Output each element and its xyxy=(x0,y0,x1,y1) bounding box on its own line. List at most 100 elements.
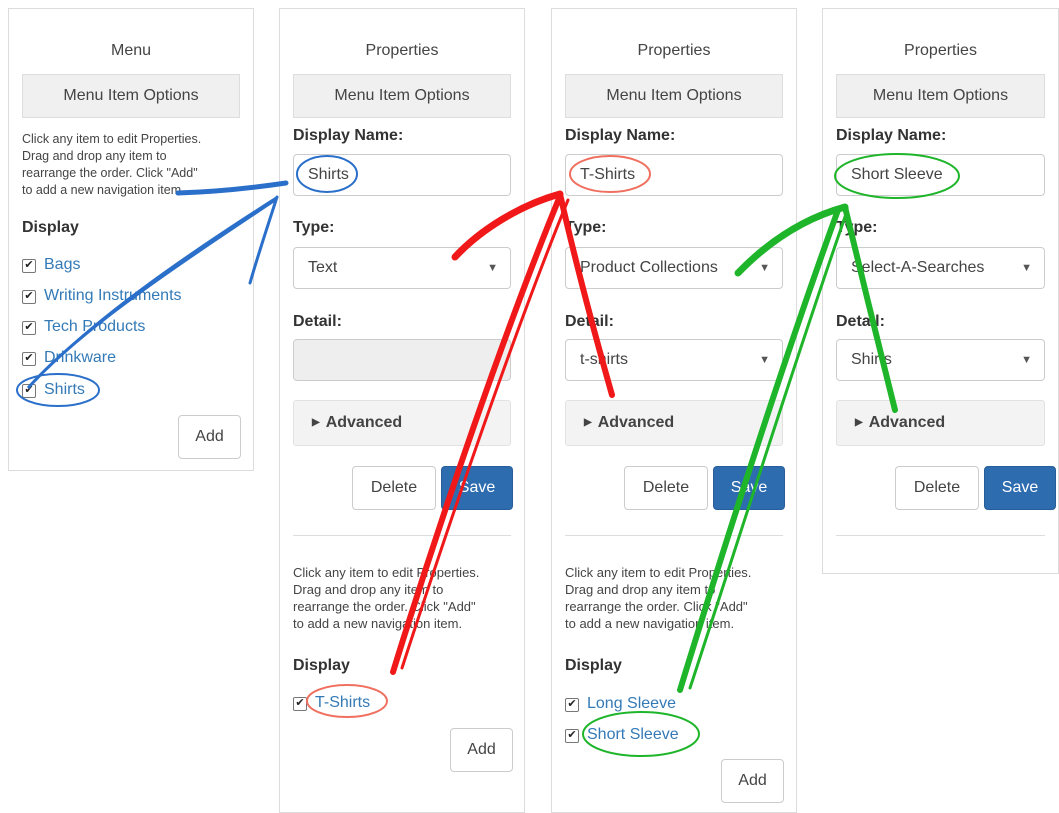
panel-title: Properties xyxy=(904,42,977,59)
caret-down-icon: ▼ xyxy=(487,262,498,274)
help-line: Click any item to edit Properties. xyxy=(565,565,752,580)
checkmark-icon[interactable]: ✔ xyxy=(22,352,36,366)
add-button[interactable]: Add xyxy=(178,415,241,459)
list-item[interactable]: ✔ Bags xyxy=(22,256,80,274)
display-name-label: Display Name: xyxy=(836,127,947,144)
list-item[interactable]: ✔ Shirts xyxy=(22,381,85,399)
detail-label: Detail: xyxy=(836,313,885,330)
display-name-input[interactable]: Short Sleeve xyxy=(836,154,1045,196)
delete-button[interactable]: Delete xyxy=(352,466,436,510)
display-name-input[interactable]: T-Shirts xyxy=(565,154,783,196)
help-line: Click any item to edit Properties. xyxy=(293,565,480,580)
list-item[interactable]: ✔ Long Sleeve xyxy=(565,695,676,713)
type-select[interactable]: Text ▼ xyxy=(293,247,511,289)
menu-item-options-button[interactable]: Menu Item Options xyxy=(293,74,511,118)
save-button[interactable]: Save xyxy=(984,466,1056,510)
detail-value: Shirts xyxy=(851,351,892,368)
help-line: Click any item to edit Properties. xyxy=(22,132,202,146)
checkmark-icon[interactable]: ✔ xyxy=(22,384,36,398)
checkmark-icon[interactable]: ✔ xyxy=(22,290,36,304)
type-label: Type: xyxy=(565,219,607,236)
caret-down-icon: ▼ xyxy=(759,354,770,366)
item-label[interactable]: T-Shirts xyxy=(315,694,370,711)
list-item[interactable]: ✔ Writing Instruments xyxy=(22,287,182,305)
advanced-label: Advanced xyxy=(325,414,403,431)
caret-down-icon: ▼ xyxy=(1021,354,1032,366)
help-line: rearrange the order. Click "Add" xyxy=(565,599,748,614)
detail-label: Detail: xyxy=(293,313,342,330)
advanced-toggle[interactable]: ▶ Advanced xyxy=(293,400,511,446)
help-line: Drag and drop any item to xyxy=(293,582,444,597)
help-line: to add a new navigation item. xyxy=(22,183,185,197)
list-item[interactable]: ✔ Drinkware xyxy=(22,349,116,367)
checkmark-icon[interactable]: ✔ xyxy=(293,697,307,711)
add-button[interactable]: Add xyxy=(721,759,784,803)
type-label: Type: xyxy=(836,219,878,236)
panel-title: Properties xyxy=(365,42,439,59)
panel-title: Menu xyxy=(110,42,152,59)
list-item[interactable]: ✔ Short Sleeve xyxy=(565,726,679,744)
caret-down-icon: ▼ xyxy=(1021,262,1032,274)
panel-title: Properties xyxy=(637,42,711,59)
detail-select[interactable]: Shirts ▼ xyxy=(836,339,1045,381)
properties-panel: Properties Menu Item Options Display Nam… xyxy=(279,8,525,813)
help-line: rearrange the order. Click "Add" xyxy=(22,166,198,180)
detail-input xyxy=(293,339,511,381)
properties-panel: Properties Menu Item Options Display Nam… xyxy=(822,8,1059,574)
item-label[interactable]: Long Sleeve xyxy=(587,695,676,712)
help-line: Drag and drop any item to xyxy=(22,149,167,163)
add-button[interactable]: Add xyxy=(450,728,513,772)
type-value: Text xyxy=(308,259,338,276)
checkmark-icon[interactable]: ✔ xyxy=(22,259,36,273)
menu-item-options-button[interactable]: Menu Item Options xyxy=(836,74,1045,118)
item-label[interactable]: Tech Products xyxy=(44,318,145,335)
item-label[interactable]: Shirts xyxy=(44,381,85,398)
divider xyxy=(293,535,511,536)
type-value: Select-A-Searches xyxy=(851,259,985,276)
help-line: to add a new navigation item. xyxy=(565,616,735,631)
menu-panel: Menu Menu Item Options Click any item to… xyxy=(8,8,254,471)
help-line: to add a new navigation item. xyxy=(293,616,463,631)
checkmark-icon[interactable]: ✔ xyxy=(22,321,36,335)
item-label[interactable]: Short Sleeve xyxy=(587,726,679,743)
list-item[interactable]: ✔ Tech Products xyxy=(22,318,145,336)
save-button[interactable]: Save xyxy=(441,466,513,510)
checkmark-icon[interactable]: ✔ xyxy=(565,729,579,743)
list-item[interactable]: ✔ T-Shirts xyxy=(293,694,370,712)
advanced-toggle[interactable]: ▶ Advanced xyxy=(565,400,783,446)
display-heading: Display xyxy=(565,657,622,674)
type-value: Product Collections xyxy=(580,259,718,276)
menu-item-options-button[interactable]: Menu Item Options xyxy=(565,74,783,118)
help-line: Drag and drop any item to xyxy=(565,582,716,597)
display-heading: Display xyxy=(293,657,350,674)
menu-item-options-button[interactable]: Menu Item Options xyxy=(22,74,240,118)
delete-button[interactable]: Delete xyxy=(624,466,708,510)
type-select[interactable]: Product Collections ▼ xyxy=(565,247,783,289)
help-text: Click any item to edit Properties. Drag … xyxy=(293,564,514,632)
type-select[interactable]: Select-A-Searches ▼ xyxy=(836,247,1045,289)
display-name-label: Display Name: xyxy=(565,127,676,144)
item-label[interactable]: Bags xyxy=(44,256,80,273)
item-label[interactable]: Writing Instruments xyxy=(44,287,182,304)
properties-panel: Properties Menu Item Options Display Nam… xyxy=(551,8,797,813)
help-text: Click any item to edit Properties. Drag … xyxy=(22,131,243,199)
advanced-toggle[interactable]: ▶ Advanced xyxy=(836,400,1045,446)
detail-label: Detail: xyxy=(565,313,614,330)
type-label: Type: xyxy=(293,219,335,236)
detail-value: t-shirts xyxy=(580,351,628,368)
advanced-label: Advanced xyxy=(868,414,946,431)
help-line: rearrange the order. Click "Add" xyxy=(293,599,476,614)
save-button[interactable]: Save xyxy=(713,466,785,510)
delete-button[interactable]: Delete xyxy=(895,466,979,510)
item-label[interactable]: Drinkware xyxy=(44,349,116,366)
display-name-input[interactable]: Shirts xyxy=(293,154,511,196)
display-heading: Display xyxy=(22,219,79,236)
triangle-right-icon: ▶ xyxy=(855,417,863,428)
caret-down-icon: ▼ xyxy=(759,262,770,274)
triangle-right-icon: ▶ xyxy=(584,417,592,428)
checkmark-icon[interactable]: ✔ xyxy=(565,698,579,712)
display-name-label: Display Name: xyxy=(293,127,404,144)
divider xyxy=(565,535,783,536)
detail-select[interactable]: t-shirts ▼ xyxy=(565,339,783,381)
divider xyxy=(836,535,1045,536)
